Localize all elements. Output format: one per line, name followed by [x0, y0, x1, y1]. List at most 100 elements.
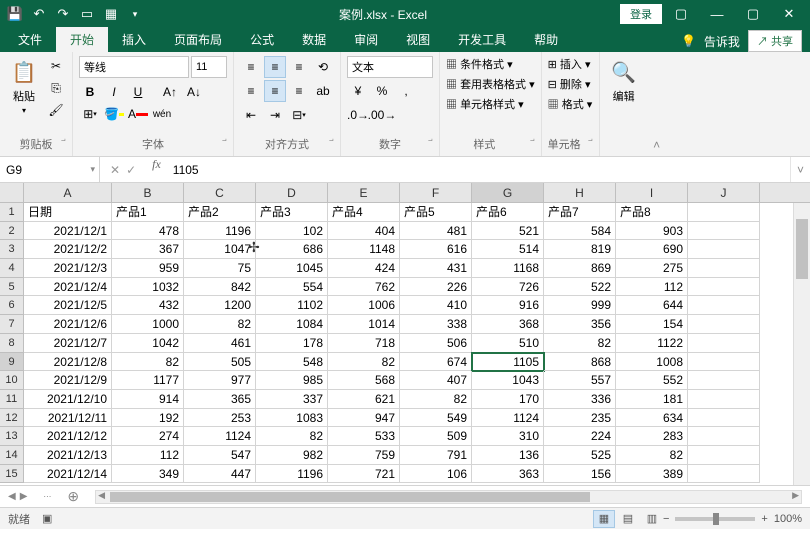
cell-B14[interactable]: 112 [112, 446, 184, 465]
currency-icon[interactable]: ¥ [347, 80, 369, 102]
cell-E3[interactable]: 1148 [328, 240, 400, 259]
cell-A15[interactable]: 2021/12/14 [24, 465, 112, 484]
row-header[interactable]: 4 [0, 259, 24, 278]
cell-G9[interactable]: 1105 [472, 353, 544, 372]
underline-button[interactable]: U [127, 81, 149, 103]
cell-J2[interactable] [688, 222, 760, 241]
cell-H4[interactable]: 869 [544, 259, 616, 278]
cell-I5[interactable]: 112 [616, 278, 688, 297]
row-header[interactable]: 12 [0, 409, 24, 428]
col-header-A[interactable]: A [24, 183, 112, 202]
cell-A1[interactable]: 日期 [24, 203, 112, 222]
fill-color-button[interactable]: 🪣 [103, 103, 125, 125]
cell-A3[interactable]: 2021/12/2 [24, 240, 112, 259]
cell-A11[interactable]: 2021/12/10 [24, 390, 112, 409]
cell-G15[interactable]: 363 [472, 465, 544, 484]
horizontal-scrollbar[interactable]: ◀ ▶ [95, 490, 802, 504]
cell-D1[interactable]: 产品3 [256, 203, 328, 222]
select-all-corner[interactable] [0, 183, 24, 202]
login-button[interactable]: 登录 [620, 4, 662, 24]
cell-B13[interactable]: 274 [112, 427, 184, 446]
cell-C6[interactable]: 1200 [184, 296, 256, 315]
cell-J10[interactable] [688, 371, 760, 390]
cell-F10[interactable]: 407 [400, 371, 472, 390]
sheet-nav-next-icon[interactable]: ▶ [20, 491, 28, 502]
share-button[interactable]: ↗ 共享 [748, 30, 802, 52]
cell-C10[interactable]: 977 [184, 371, 256, 390]
cell-B8[interactable]: 1042 [112, 334, 184, 353]
formula-input[interactable] [167, 157, 790, 182]
col-header-G[interactable]: G [472, 183, 544, 202]
tab-formulas[interactable]: 公式 [236, 27, 288, 52]
row-header[interactable]: 10 [0, 371, 24, 390]
ribbon-display-icon[interactable]: ▢ [664, 0, 698, 28]
align-right-icon[interactable]: ≡ [288, 80, 310, 102]
cell-C8[interactable]: 461 [184, 334, 256, 353]
cell-F8[interactable]: 506 [400, 334, 472, 353]
cell-D5[interactable]: 554 [256, 278, 328, 297]
decrease-indent-icon[interactable]: ⇤ [240, 104, 262, 126]
col-header-I[interactable]: I [616, 183, 688, 202]
cell-E4[interactable]: 424 [328, 259, 400, 278]
increase-decimal-icon[interactable]: .0→ [347, 104, 369, 126]
vertical-scrollbar[interactable] [793, 203, 810, 485]
cell-G3[interactable]: 514 [472, 240, 544, 259]
cell-J6[interactable] [688, 296, 760, 315]
cell-C14[interactable]: 547 [184, 446, 256, 465]
cell-I9[interactable]: 1008 [616, 353, 688, 372]
cell-I15[interactable]: 389 [616, 465, 688, 484]
cell-J12[interactable] [688, 409, 760, 428]
cell-C1[interactable]: 产品2 [184, 203, 256, 222]
cell-E2[interactable]: 404 [328, 222, 400, 241]
cell-D6[interactable]: 1102 [256, 296, 328, 315]
format-table-button[interactable]: ▦ 套用表格格式 ▾ [446, 76, 535, 92]
cell-F5[interactable]: 226 [400, 278, 472, 297]
fx-icon[interactable]: fx [146, 157, 167, 182]
cell-H2[interactable]: 584 [544, 222, 616, 241]
maximize-icon[interactable]: ▢ [736, 0, 770, 28]
cell-B12[interactable]: 192 [112, 409, 184, 428]
cell-B9[interactable]: 82 [112, 353, 184, 372]
cell-D4[interactable]: 1045 [256, 259, 328, 278]
conditional-format-button[interactable]: ▦ 条件格式 ▾ [446, 56, 535, 72]
comma-icon[interactable]: , [395, 80, 417, 102]
row-header[interactable]: 1 [0, 203, 24, 222]
sheet-tab[interactable]: ⋯ [35, 486, 59, 508]
enter-formula-icon[interactable]: ✓ [126, 163, 136, 177]
align-left-icon[interactable]: ≡ [240, 80, 262, 102]
cell-B15[interactable]: 349 [112, 465, 184, 484]
cell-E14[interactable]: 759 [328, 446, 400, 465]
tab-layout[interactable]: 页面布局 [160, 27, 236, 52]
cell-G4[interactable]: 1168 [472, 259, 544, 278]
cell-E1[interactable]: 产品4 [328, 203, 400, 222]
macro-record-icon[interactable]: ▣ [42, 512, 52, 525]
align-middle-icon[interactable]: ≡ [264, 56, 286, 78]
tab-help[interactable]: 帮助 [520, 27, 572, 52]
cell-B3[interactable]: 367 [112, 240, 184, 259]
minimize-icon[interactable]: — [700, 0, 734, 28]
cell-I10[interactable]: 552 [616, 371, 688, 390]
cell-E15[interactable]: 721 [328, 465, 400, 484]
find-select-button[interactable]: 🔍 编辑 [606, 56, 642, 106]
increase-font-icon[interactable]: A↑ [159, 81, 181, 103]
cell-G10[interactable]: 1043 [472, 371, 544, 390]
cell-C4[interactable]: 75 [184, 259, 256, 278]
cell-G6[interactable]: 916 [472, 296, 544, 315]
align-center-icon[interactable]: ≡ [264, 80, 286, 102]
cell-G2[interactable]: 521 [472, 222, 544, 241]
cell-H3[interactable]: 819 [544, 240, 616, 259]
insert-cells-button[interactable]: ⊞ 插入 ▾ [548, 56, 593, 72]
cell-J4[interactable] [688, 259, 760, 278]
cell-D13[interactable]: 82 [256, 427, 328, 446]
cell-I14[interactable]: 82 [616, 446, 688, 465]
cell-F11[interactable]: 82 [400, 390, 472, 409]
cell-H1[interactable]: 产品7 [544, 203, 616, 222]
cell-J14[interactable] [688, 446, 760, 465]
cell-I12[interactable]: 634 [616, 409, 688, 428]
cell-E13[interactable]: 533 [328, 427, 400, 446]
row-header[interactable]: 6 [0, 296, 24, 315]
save-icon[interactable]: 💾 [4, 3, 26, 25]
phonetic-button[interactable]: wén [151, 103, 173, 125]
zoom-level[interactable]: 100% [774, 513, 802, 525]
col-header-J[interactable]: J [688, 183, 760, 202]
